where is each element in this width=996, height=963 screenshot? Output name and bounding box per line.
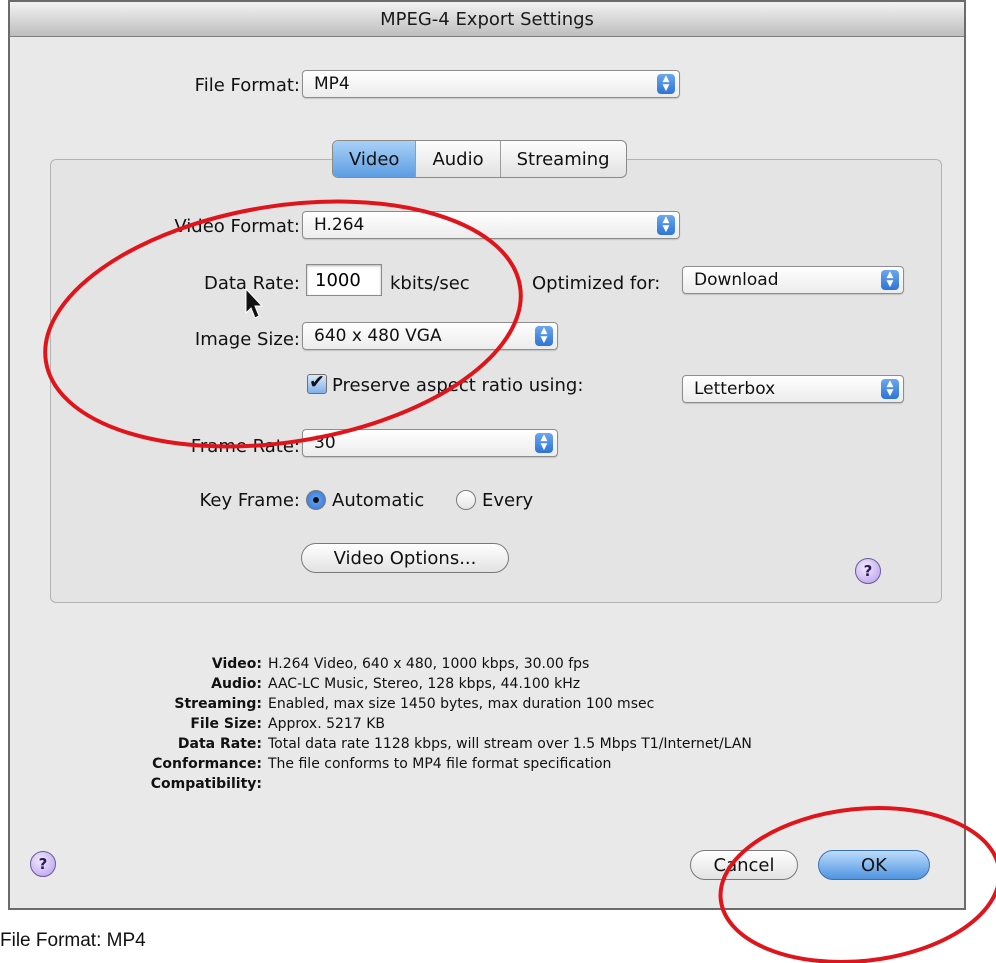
mouse-cursor-icon [245, 287, 264, 319]
annotation-ellipse-video-settings [43, 199, 523, 449]
annotation-ellipse-ok-button [718, 806, 996, 963]
annotation-overlay [43, 199, 996, 963]
